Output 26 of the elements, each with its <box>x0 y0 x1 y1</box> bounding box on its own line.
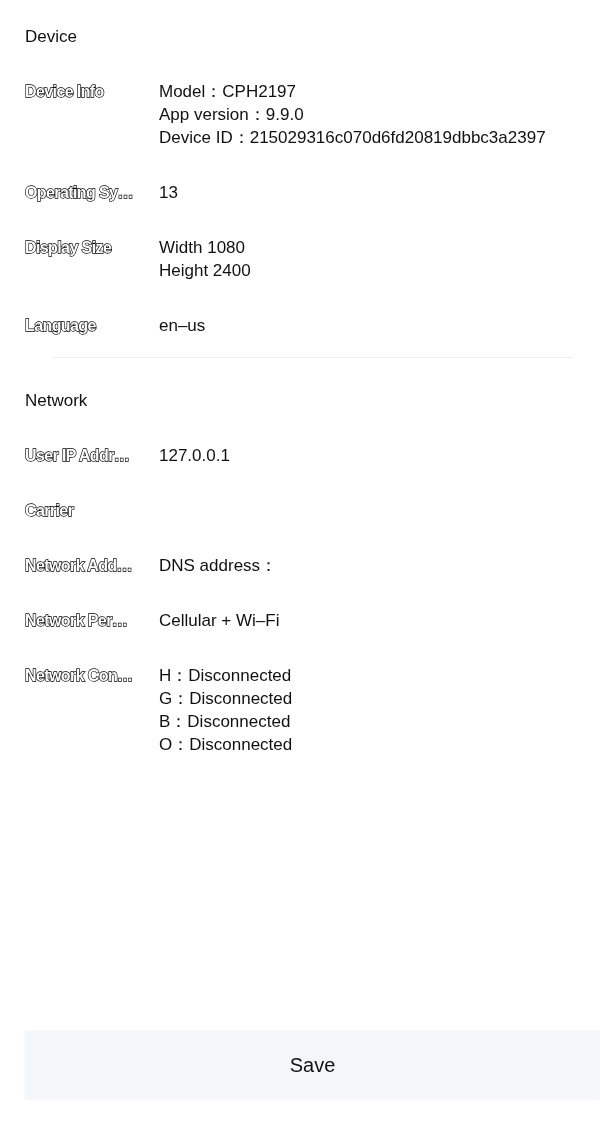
field-label: User IP Addr… <box>25 446 131 466</box>
field-value: B：Disconnected <box>159 711 292 733</box>
section-title: Network <box>24 390 89 412</box>
field-value: G：Disconnected <box>159 688 293 710</box>
field-label: Network Per… <box>25 611 129 631</box>
field-label: Display Size <box>25 238 113 259</box>
field-label: Language <box>25 316 98 337</box>
field-value: Cellular + Wi–Fi <box>159 610 280 632</box>
field-label: Network Con… <box>25 666 134 686</box>
save-button[interactable]: Save <box>25 1031 600 1099</box>
field-value: Device ID：215029316c070d6fd20819dbbc3a2397 <box>159 127 546 149</box>
field-label: Device Info <box>25 82 106 102</box>
field-value: Model：CPH2197 <box>159 81 297 103</box>
field-value: DNS address： <box>159 555 278 577</box>
field-value: en–us <box>159 315 206 337</box>
field-value: H：Disconnected <box>159 665 293 687</box>
field-value: 127.0.0.1 <box>159 445 230 467</box>
section-title: Device <box>24 26 78 48</box>
field-value: App version：9.9.0 <box>159 104 305 126</box>
field-label: Operating Sy… <box>25 183 134 204</box>
field-label: Carrier <box>25 501 76 521</box>
field-value: Height 2400 <box>159 260 251 282</box>
field-value: 13 <box>159 182 178 204</box>
field-label: Network Add… <box>25 556 133 576</box>
field-value: O：Disconnected <box>159 734 293 756</box>
field-value: Width 1080 <box>159 237 246 259</box>
